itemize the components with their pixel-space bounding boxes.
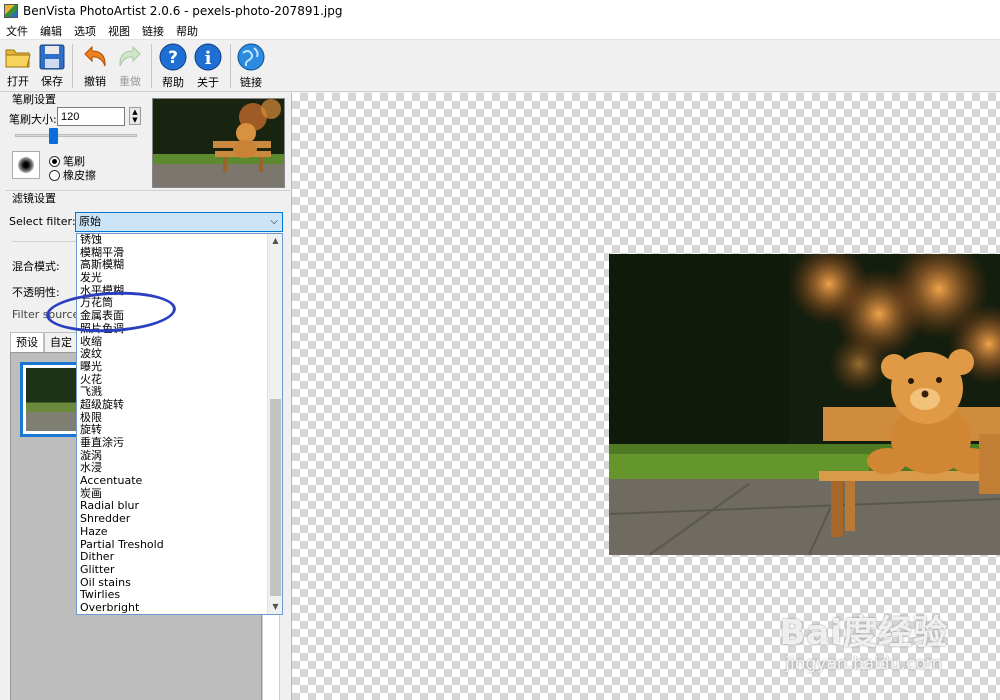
menu-bar: 文件 编辑 选项 视图 链接 帮助 (0, 22, 1000, 40)
redo-button[interactable]: 重做 (112, 43, 148, 89)
brush-size-spinner[interactable]: ▲ ▼ (129, 107, 141, 125)
spin-down-icon[interactable]: ▼ (130, 116, 140, 124)
svg-text:i: i (205, 48, 212, 69)
filter-option[interactable]: Glitter (77, 563, 267, 577)
folder-icon (4, 43, 32, 70)
filter-options: 锈蚀 模糊平滑 高斯模糊 发光 水平模糊 万花筒 金属表面 照片色调 收缩 波纹 曝光 火花 飞溅 超级旋… (77, 234, 267, 614)
brush-settings-title: 笔刷设置 (12, 93, 56, 106)
filter-option[interactable]: 漩涡 (77, 449, 267, 463)
filter-option[interactable]: 发光 (77, 271, 267, 285)
title-bar: BenVista PhotoArtist 2.0.6 - pexels-phot… (0, 0, 1000, 22)
menu-file[interactable]: 文件 (0, 23, 34, 39)
filter-dropdown-list[interactable]: 锈蚀 模糊平滑 高斯模糊 发光 水平模糊 万花筒 金属表面 照片色调 收缩 波纹 曝光 火花 飞溅 超级旋… (76, 233, 283, 615)
toolbar-separator (72, 44, 73, 88)
blend-mode-label: 混合模式: (12, 260, 60, 273)
opacity-label: 不透明性: (12, 286, 60, 299)
scroll-down-icon[interactable]: ▼ (268, 600, 283, 614)
undo-button[interactable]: 撤销 (77, 43, 113, 89)
tab-presets[interactable]: 预设 (10, 332, 44, 352)
filter-option[interactable]: Shredder (77, 512, 267, 526)
info-icon: i (194, 43, 222, 71)
dropdown-scrollbar[interactable]: ▲ ▼ (267, 234, 282, 614)
menu-view[interactable]: 视图 (102, 23, 136, 39)
menu-help[interactable]: 帮助 (170, 23, 204, 39)
select-filter-label: Select filter: (9, 215, 76, 228)
radio-checked-icon (49, 155, 60, 167)
toolbar-separator (230, 44, 231, 88)
undo-arrow-icon (81, 43, 109, 70)
svg-text:?: ? (168, 48, 178, 68)
filter-option[interactable]: 超级旋转 (77, 398, 267, 412)
filter-option[interactable]: Overbright (77, 601, 267, 614)
link-button[interactable]: 链接 (233, 43, 269, 89)
filter-option[interactable]: 曝光 (77, 360, 267, 374)
help-question-icon: ? (159, 43, 187, 71)
scroll-thumb[interactable] (270, 399, 281, 596)
brush-preview (12, 151, 40, 179)
open-button[interactable]: 打开 (0, 43, 36, 89)
spin-up-icon[interactable]: ▲ (130, 108, 140, 116)
filter-option[interactable]: 高斯模糊 (77, 259, 267, 272)
app-icon (4, 4, 18, 18)
help-button[interactable]: ? 帮助 (155, 43, 191, 89)
baidu-logo: Bai度经验 (779, 613, 948, 653)
menu-link[interactable]: 链接 (136, 23, 170, 39)
thumbnail-image (153, 99, 284, 187)
filter-option[interactable]: 极限 (77, 411, 267, 425)
chevron-down-icon: ⌵ (270, 216, 278, 227)
filter-option[interactable]: 波纹 (77, 347, 267, 361)
brush-size-slider-thumb[interactable] (48, 128, 58, 144)
menu-options[interactable]: 选项 (68, 23, 102, 39)
radio-unchecked-icon (49, 169, 60, 181)
toolbar-separator (151, 44, 152, 88)
about-button[interactable]: i 关于 (190, 43, 226, 89)
window-title: BenVista PhotoArtist 2.0.6 - pexels-phot… (23, 4, 343, 18)
filter-option[interactable]: 火花 (77, 373, 267, 387)
filter-select[interactable]: 原始 ⌵ (75, 212, 283, 232)
baidu-url: jingyan.baidu.com (785, 654, 943, 674)
globe-icon (237, 43, 265, 71)
filter-option[interactable]: Accentuate (77, 474, 267, 488)
navigator-thumbnail[interactable] (152, 98, 285, 188)
scroll-up-icon[interactable]: ▲ (268, 234, 283, 248)
filter-settings-title: 滤镜设置 (12, 192, 56, 205)
menu-edit[interactable]: 编辑 (34, 23, 68, 39)
brush-size-input[interactable] (57, 107, 125, 126)
save-button[interactable]: 保存 (34, 43, 70, 89)
baidu-watermark: Bai度经验 jingyan.baidu.com (779, 605, 948, 674)
image-canvas[interactable]: Bai度经验 jingyan.baidu.com (291, 93, 1000, 700)
redo-arrow-icon (116, 43, 144, 70)
photo[interactable] (609, 254, 1000, 555)
teddy-bear-photo (609, 254, 1000, 555)
separator (12, 241, 76, 242)
filter-option[interactable]: 收缩 (77, 335, 267, 349)
toolbar: 打开 保存 撤销 重做 ? 帮助 i 关于 链接 (0, 40, 1000, 92)
filter-option[interactable]: 锈蚀 (77, 234, 267, 247)
floppy-disk-icon (38, 43, 66, 70)
filter-option[interactable]: 垂直涂污 (77, 436, 267, 450)
filter-option[interactable]: Haze (77, 525, 267, 539)
preset-tab-bar: 预设 自定 (10, 332, 78, 352)
brush-tip-icon (18, 157, 34, 173)
filter-option[interactable]: Dither (77, 550, 267, 564)
brush-size-label: 笔刷大小: (9, 113, 57, 126)
brush-size-slider-track[interactable] (15, 134, 137, 137)
tab-custom[interactable]: 自定 (44, 332, 78, 352)
eraser-radio[interactable]: 橡皮擦 (49, 167, 96, 183)
